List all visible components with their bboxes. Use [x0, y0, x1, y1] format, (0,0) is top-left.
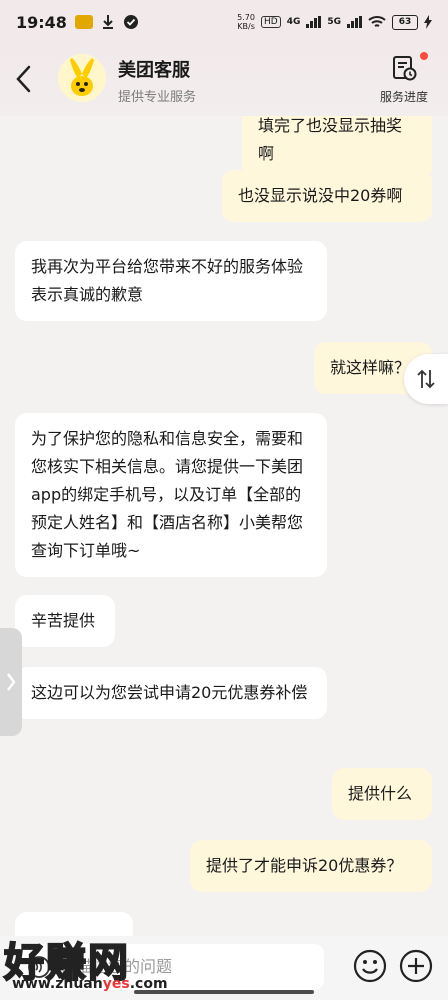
- signal-4g-icon: [306, 16, 322, 28]
- app-notification-icon: [74, 15, 93, 29]
- avatar[interactable]: [58, 54, 106, 102]
- input-placeholder: 请描述您的问题: [60, 957, 173, 976]
- battery-level: 63: [392, 14, 418, 30]
- charging-icon: [424, 15, 432, 29]
- message-me: 提供了才能申诉20优惠券？: [190, 840, 432, 892]
- message-them-partial: [15, 912, 133, 936]
- message-text: 也没显示说没中20券啊: [238, 186, 403, 205]
- status-time: 19:48: [16, 12, 67, 32]
- wifi-icon: [368, 16, 386, 27]
- status-bar: 19:48 5.70 KB/s HD 4G 5G 63: [0, 0, 448, 44]
- message-them: 为了保护您的隐私和信息安全，需要和您核实下相关信息。请您提供一下美团app的绑定…: [15, 413, 327, 577]
- sort-button[interactable]: [404, 354, 448, 404]
- hd-badge: HD: [260, 16, 281, 28]
- net-speed-unit: KB/s: [237, 22, 255, 31]
- expand-chevron-icon: [7, 673, 16, 691]
- signal-5g-icon: [347, 16, 362, 28]
- message-text: 提供什么: [348, 784, 413, 803]
- message-text: 就这样嘛？: [330, 358, 411, 377]
- input-bar: 请描述您的问题: [0, 936, 448, 1000]
- message-text: 提供了才能申诉20优惠券？: [206, 856, 403, 875]
- meituan-kangaroo-logo: [58, 54, 106, 102]
- page-subtitle: 提供专业服务: [118, 90, 197, 105]
- notification-dot: [420, 52, 428, 60]
- side-expand-tab[interactable]: [0, 628, 22, 736]
- check-circle-icon: [123, 15, 138, 29]
- sort-icon: [417, 369, 435, 389]
- back-arrow-icon[interactable]: [14, 64, 34, 94]
- service-progress-button[interactable]: 服务进度: [374, 52, 434, 105]
- chat-header: 美团客服 提供专业服务 服务进度: [0, 44, 448, 116]
- chat-area[interactable]: 填完了也没显示抽奖啊 也没显示说没中20券啊 我再次为平台给您带来不好的服务体验…: [0, 116, 448, 936]
- message-text: 填完了也没显示抽奖啊: [258, 116, 403, 163]
- message-text: 为了保护您的隐私和信息安全，需要和您核实下相关信息。请您提供一下美团app的绑定…: [31, 429, 304, 560]
- battery-icon: 63: [392, 14, 418, 30]
- message-text: 我再次为平台给您带来不好的服务体验表示真诚的歉意: [31, 257, 304, 304]
- page-title: 美团客服: [118, 60, 190, 81]
- message-me: 提供什么: [332, 768, 432, 820]
- net-speed-value: 5.70: [237, 13, 255, 22]
- message-text: 辛苦提供: [31, 611, 96, 630]
- home-indicator[interactable]: [134, 990, 314, 994]
- message-input[interactable]: 请描述您的问题: [16, 944, 324, 990]
- message-them: 我再次为平台给您带来不好的服务体验表示真诚的歉意: [15, 241, 327, 321]
- plus-icon[interactable]: [396, 946, 436, 986]
- message-me: 也没显示说没中20券啊: [222, 170, 432, 222]
- net-4g-label: 4G: [286, 17, 301, 27]
- service-progress-label: 服务进度: [379, 90, 428, 104]
- message-text: 这边可以为您尝试申请20元优惠券补偿: [31, 683, 308, 702]
- message-them: 这边可以为您尝试申请20元优惠券补偿: [15, 667, 327, 719]
- service-progress-icon: [393, 56, 417, 81]
- net-speed: 5.70 KB/s: [237, 13, 255, 31]
- emoji-icon[interactable]: [350, 946, 390, 986]
- message-them: 辛苦提供: [15, 595, 115, 647]
- download-icon: [102, 15, 113, 29]
- microphone-icon[interactable]: [28, 956, 50, 978]
- net-5g-label: 5G: [327, 17, 341, 27]
